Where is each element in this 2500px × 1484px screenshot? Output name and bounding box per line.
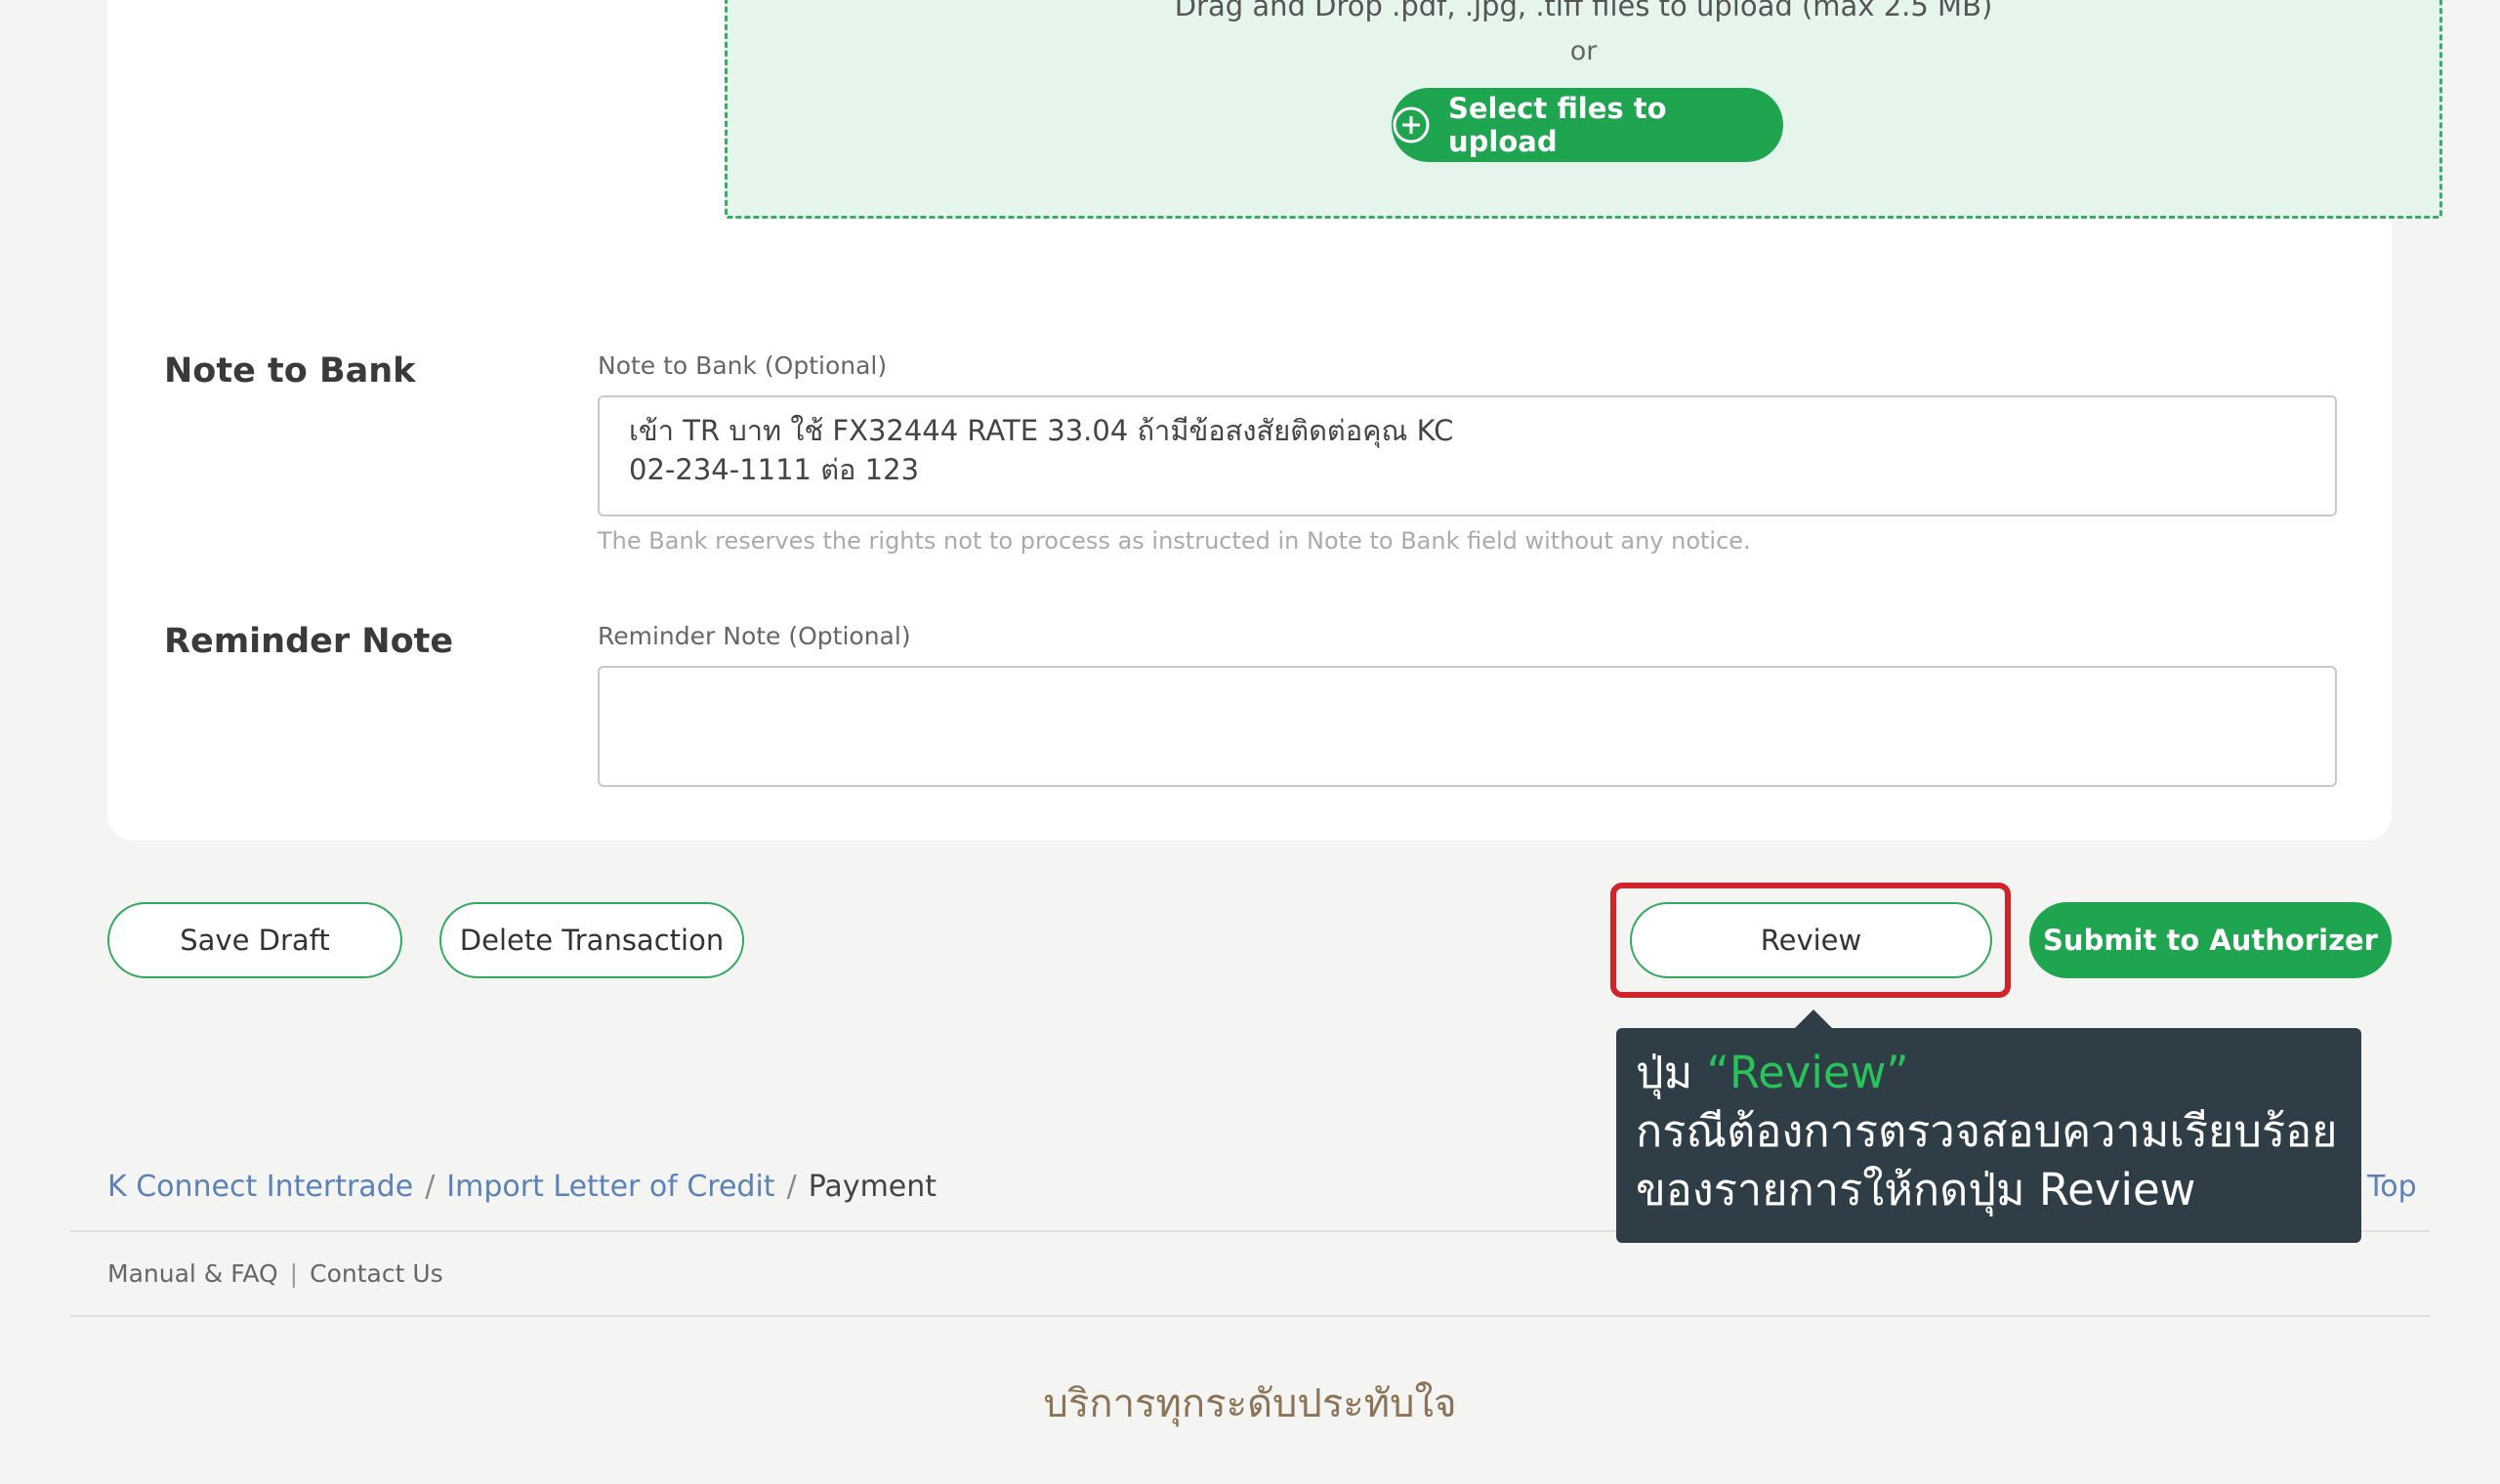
breadcrumb-separator: / — [425, 1170, 436, 1204]
select-files-button[interactable]: Select files to upload — [1392, 88, 1783, 162]
delete-transaction-button[interactable]: Delete Transaction — [439, 902, 744, 978]
note-to-bank-label: Note to Bank (Optional) — [598, 351, 888, 380]
note-to-bank-input[interactable]: เข้า TR บาท ใช้ FX32444 RATE 33.04 ถ้ามี… — [598, 395, 2337, 516]
footer-divider-bottom — [70, 1315, 2430, 1317]
review-highlight-box — [1610, 883, 2011, 998]
tooltip-line-1: ปุ่ม “Review” — [1636, 1044, 2342, 1102]
breadcrumb-current: Payment — [808, 1170, 938, 1204]
contact-us-link[interactable]: Contact Us — [310, 1259, 443, 1288]
breadcrumb-separator: / — [786, 1170, 797, 1204]
tooltip-review-highlight: “Review” — [1706, 1047, 1909, 1098]
save-draft-button[interactable]: Save Draft — [107, 902, 402, 978]
upload-or-text: or — [1569, 36, 1598, 66]
reminder-note-input[interactable] — [598, 666, 2337, 787]
breadcrumb-item-k-connect[interactable]: K Connect Intertrade — [107, 1170, 413, 1204]
reminder-note-label: Reminder Note (Optional) — [598, 622, 911, 650]
upload-instructions: Drag and Drop .pdf, .jpg, .tiff files to… — [1174, 0, 1993, 22]
tooltip-arrow — [1795, 1010, 1832, 1028]
breadcrumb-item-import-lc[interactable]: Import Letter of Credit — [446, 1170, 774, 1204]
plus-circle-icon — [1392, 105, 1431, 144]
submit-to-authorizer-button[interactable]: Submit to Authorizer — [2029, 902, 2392, 978]
note-to-bank-hint: The Bank reserves the rights not to proc… — [598, 527, 1751, 555]
reminder-note-title: Reminder Note — [164, 622, 454, 661]
footer-slogan: บริการทุกระดับประทับใจ — [1043, 1381, 1457, 1426]
review-tooltip: ปุ่ม “Review” กรณีต้องการตรวจสอบความเรีย… — [1616, 1028, 2361, 1243]
upload-dropzone[interactable]: Drag and Drop .pdf, .jpg, .tiff files to… — [725, 0, 2442, 219]
footer-links: Manual & FAQ | Contact Us — [107, 1259, 443, 1288]
footer-separator: | — [289, 1259, 299, 1288]
back-to-top-link[interactable]: Top — [2367, 1170, 2417, 1204]
breadcrumb: K Connect Intertrade / Import Letter of Cr… — [107, 1170, 937, 1204]
tooltip-line-2: กรณีต้องการตรวจสอบความเรียบร้อย — [1636, 1105, 2338, 1157]
manual-faq-link[interactable]: Manual & FAQ — [107, 1259, 278, 1288]
tooltip-line-1-prefix: ปุ่ม — [1636, 1047, 1707, 1098]
tooltip-line-3: ของรายการให้กดปุ่ม Review — [1636, 1164, 2196, 1216]
note-to-bank-title: Note to Bank — [164, 351, 416, 391]
select-files-label: Select files to upload — [1448, 92, 1667, 158]
